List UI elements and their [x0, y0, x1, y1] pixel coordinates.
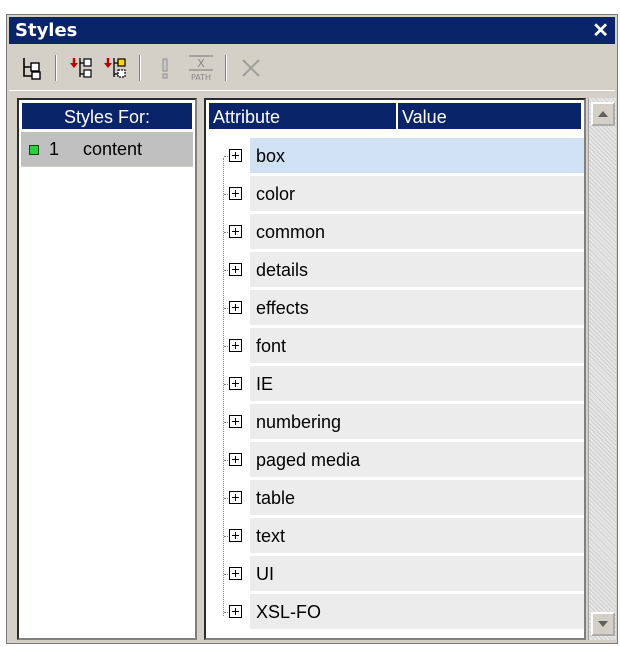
attribute-group-label: XSL-FO: [250, 594, 584, 630]
scroll-up-button[interactable]: [591, 102, 615, 126]
attributes-pane: Attribute Value box color common details eff…: [204, 98, 586, 640]
expand-plus-icon[interactable]: [229, 567, 242, 580]
chevron-down-icon: [598, 621, 608, 627]
column-header-value[interactable]: Value: [397, 102, 582, 130]
svg-text:PATH: PATH: [191, 73, 211, 82]
styles-window: Styles ✕ X PATH Styles For: 1 content At…: [6, 14, 618, 644]
expand-plus-icon[interactable]: [229, 491, 242, 504]
tree-row-table[interactable]: table: [206, 480, 584, 517]
attribute-group-label: box: [250, 138, 584, 174]
tree-row-font[interactable]: font: [206, 328, 584, 365]
insert-after-icon[interactable]: [99, 52, 131, 84]
tree-row-paged-media[interactable]: paged media: [206, 442, 584, 479]
expand-plus-icon[interactable]: [229, 301, 242, 314]
tree-row-ui[interactable]: UI: [206, 556, 584, 593]
attributes-header: Attribute Value: [208, 102, 582, 130]
attribute-group-label: UI: [250, 556, 584, 592]
close-icon[interactable]: ✕: [592, 18, 609, 43]
attribute-group-label: common: [250, 214, 584, 250]
attribute-group-label: color: [250, 176, 584, 212]
list-item[interactable]: 1 content: [21, 132, 193, 167]
attribute-group-label: table: [250, 480, 584, 516]
expand-plus-icon[interactable]: [229, 225, 242, 238]
important-icon[interactable]: [149, 52, 181, 84]
expand-plus-icon[interactable]: [229, 377, 242, 390]
expand-plus-icon[interactable]: [229, 605, 242, 618]
tree-row-common[interactable]: common: [206, 214, 584, 251]
style-label: content: [83, 139, 143, 159]
tree-row-box[interactable]: box: [206, 138, 584, 175]
toolbar-separator: [225, 55, 227, 81]
insert-before-icon[interactable]: [65, 52, 97, 84]
attribute-group-label: effects: [250, 290, 584, 326]
title-bar[interactable]: Styles ✕: [9, 17, 615, 44]
window-title: Styles: [15, 20, 78, 41]
vertical-scrollbar[interactable]: [588, 98, 616, 640]
attribute-group-label: numbering: [250, 404, 584, 440]
svg-text:X: X: [197, 57, 205, 70]
tree-row-ie[interactable]: IE: [206, 366, 584, 403]
expand-plus-icon[interactable]: [229, 187, 242, 200]
attribute-group-label: paged media: [250, 442, 584, 478]
attribute-group-label: font: [250, 328, 584, 364]
toolbar: X PATH: [9, 46, 615, 91]
scroll-down-button[interactable]: [591, 612, 615, 636]
expand-plus-icon[interactable]: [229, 453, 242, 466]
expand-plus-icon[interactable]: [229, 529, 242, 542]
attribute-group-label: details: [250, 252, 584, 288]
style-number: 1: [49, 139, 60, 159]
tree-row-xsl-fo[interactable]: XSL-FO: [206, 594, 584, 631]
xpath-icon[interactable]: X PATH: [185, 52, 217, 84]
attribute-group-label: IE: [250, 366, 584, 402]
toolbar-separator: [55, 55, 57, 81]
delete-icon[interactable]: [235, 52, 267, 84]
expand-plus-icon[interactable]: [229, 339, 242, 352]
tree-row-numbering[interactable]: numbering: [206, 404, 584, 441]
expand-plus-icon[interactable]: [229, 415, 242, 428]
column-header-attribute[interactable]: Attribute: [208, 102, 397, 130]
tree-row-text[interactable]: text: [206, 518, 584, 555]
expand-plus-icon[interactable]: [229, 263, 242, 276]
toolbar-separator: [139, 55, 141, 81]
status-dot-icon: [29, 145, 39, 155]
attribute-group-label: text: [250, 518, 584, 554]
tree-row-color[interactable]: color: [206, 176, 584, 213]
chevron-up-icon: [598, 111, 608, 117]
styles-for-header: Styles For:: [21, 102, 193, 130]
tree-row-details[interactable]: details: [206, 252, 584, 289]
tree-view-icon[interactable]: [15, 52, 47, 84]
tree-row-effects[interactable]: effects: [206, 290, 584, 327]
expand-plus-icon[interactable]: [229, 149, 242, 162]
styles-for-pane: Styles For: 1 content: [17, 98, 197, 640]
